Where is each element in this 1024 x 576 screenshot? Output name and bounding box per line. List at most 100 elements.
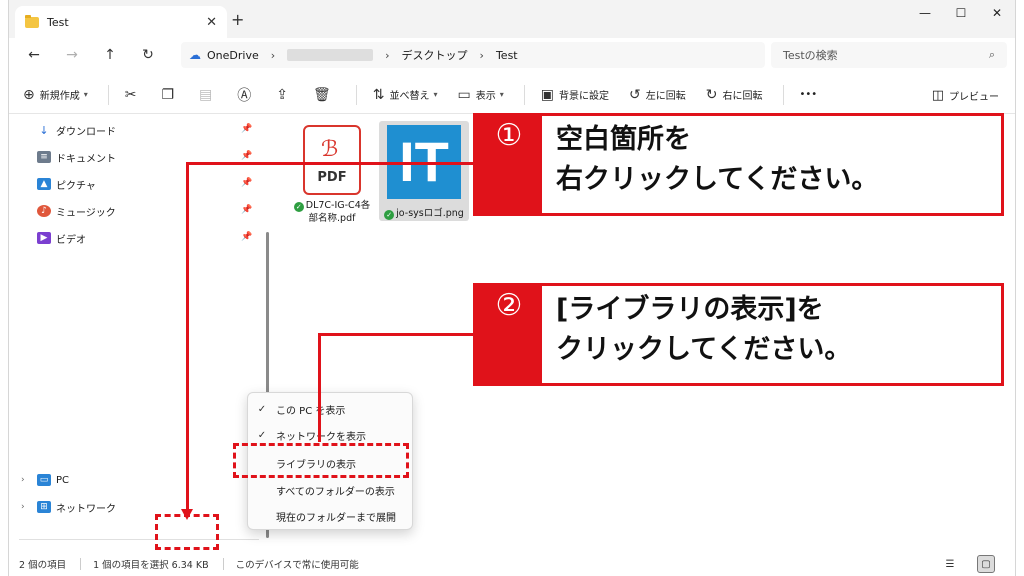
image-icon: ▣ <box>540 86 555 103</box>
copy-button[interactable]: ❐ <box>161 87 179 103</box>
paste-button[interactable]: ▤ <box>199 87 217 103</box>
step2-text: [ライブラリの表示]を クリックしてください。 <box>556 290 851 370</box>
breadcrumb-test[interactable]: Test <box>496 49 518 62</box>
sidebar-item-label: ドキュメント <box>56 153 116 165</box>
tiles-view-button[interactable]: ▢ <box>977 555 995 573</box>
pdf-file-icon: ℬ PDF <box>303 125 361 195</box>
new-button[interactable]: ⊕ 新規作成 ▾ <box>23 87 88 103</box>
menu-item-label: 現在のフォルダーまで展開 <box>276 512 396 524</box>
more-options-button[interactable]: ••• <box>800 89 818 100</box>
sidebar-item-music[interactable]: ♪ ミュージック <box>37 202 116 220</box>
status-divider <box>80 557 82 570</box>
pin-icon[interactable]: 📌 <box>241 205 252 215</box>
tab-close-icon[interactable]: ✕ <box>206 15 217 30</box>
sidebar-item-network[interactable]: ⊞ ネットワーク <box>37 498 116 516</box>
command-bar: ⊕ 新規作成 ▾ ✂ ❐ ▤ Ⓐ ⇪ 🗑 ⇅ 並べ替え ▾ ▭ 表示 ▾ ▣ 背… <box>9 76 1015 114</box>
preview-pane-icon: ◫ <box>931 88 944 103</box>
step1-line1: 空白箇所を <box>556 124 691 155</box>
search-icon: ⌕ <box>988 48 995 61</box>
set-background-label: 背景に設定 <box>559 91 610 102</box>
sidebar-item-label: ダウンロード <box>56 126 116 138</box>
sidebar-item-downloads[interactable]: ↓ ダウンロード <box>37 121 116 139</box>
sidebar-item-label: ミュージック <box>56 207 116 219</box>
file-name: ✓ jo-sysロゴ.png <box>381 207 467 220</box>
file-name-line1: jo-sysロゴ.png <box>396 208 464 219</box>
menu-item-show-all-folders[interactable]: すべてのフォルダーの表示 <box>248 479 412 501</box>
file-item-png[interactable]: IT ✓ jo-sysロゴ.png <box>381 125 467 220</box>
pin-icon[interactable]: 📌 <box>241 178 252 188</box>
search-box[interactable]: Testの検索 ⌕ <box>771 42 1007 68</box>
sidebar-item-pictures[interactable]: ▲ ピクチャ <box>37 175 96 193</box>
rename-button[interactable]: Ⓐ <box>237 85 256 105</box>
expand-chevron-icon[interactable]: › <box>21 475 25 485</box>
preview-button[interactable]: ◫ プレビュー <box>932 88 999 103</box>
address-bar[interactable]: ☁ OneDrive › › デスクトップ › Test <box>181 42 765 68</box>
step2-line2: クリックしてください。 <box>556 334 852 365</box>
sidebar-item-pc[interactable]: ▭ PC <box>37 471 69 489</box>
refresh-button[interactable]: ↻ <box>129 47 167 63</box>
breadcrumb-redacted[interactable] <box>287 49 374 61</box>
music-icon: ♪ <box>37 205 51 217</box>
menu-item-expand-to-current-folder[interactable]: 現在のフォルダーまで展開 <box>248 505 412 527</box>
rotate-left-button[interactable]: ↺ 左に回転 <box>629 87 686 103</box>
forward-button[interactable]: → <box>53 47 91 63</box>
step1-number: ① <box>476 116 542 213</box>
menu-item-show-this-pc[interactable]: ✓ この PC を表示 <box>248 398 412 420</box>
expand-chevron-icon[interactable]: › <box>21 502 25 512</box>
step1-connector-vertical <box>186 162 189 512</box>
maximize-button[interactable]: ☐ <box>943 0 979 26</box>
more-icon: ••• <box>799 89 818 100</box>
sort-icon: ⇅ <box>372 86 385 103</box>
minimize-button[interactable]: — <box>907 0 943 26</box>
view-label: 表示 <box>475 91 496 102</box>
breadcrumb-separator: › <box>270 48 276 62</box>
view-button[interactable]: ▭ 表示 ▾ <box>458 87 504 103</box>
pin-icon[interactable]: 📌 <box>241 232 252 242</box>
view-icon: ▭ <box>457 86 471 103</box>
tab-test[interactable]: Test ✕ <box>15 6 227 38</box>
sidebar-divider <box>19 539 259 540</box>
rotate-right-button[interactable]: ↻ 右に回転 <box>706 87 763 103</box>
chevron-down-icon: ▾ <box>499 90 504 99</box>
cut-button[interactable]: ✂ <box>125 87 142 103</box>
file-item-pdf[interactable]: ℬ PDF ✓ DL7C-IG-C4各 部名称.pdf <box>289 125 375 225</box>
sidebar-item-documents[interactable]: ≡ ドキュメント <box>37 148 116 166</box>
breadcrumb-onedrive[interactable]: OneDrive <box>207 49 259 62</box>
clipboard-icon: ▤ <box>199 86 213 103</box>
breadcrumb-desktop[interactable]: デスクトップ <box>402 47 468 63</box>
sync-ok-icon: ✓ <box>384 210 395 220</box>
new-tab-button[interactable]: + <box>231 10 244 29</box>
trash-icon: 🗑 <box>313 86 331 103</box>
rename-icon: Ⓐ <box>237 87 252 104</box>
pdf-icon-label: PDF <box>317 170 347 185</box>
sort-button[interactable]: ⇅ 並べ替え ▾ <box>373 87 438 103</box>
delete-button[interactable]: 🗑 <box>313 87 336 103</box>
toolbar-divider <box>523 84 525 105</box>
sidebar-item-videos[interactable]: ▶ ビデオ <box>37 229 86 247</box>
menu-item-label: この PC を表示 <box>276 405 346 417</box>
pin-icon[interactable]: 📌 <box>241 151 252 161</box>
search-input[interactable]: Testの検索 <box>783 47 989 63</box>
back-button[interactable]: ← <box>15 47 53 63</box>
plus-circle-icon: ⊕ <box>23 86 35 103</box>
tab-bar: Test ✕ + — ☐ ✕ <box>9 0 1015 38</box>
set-background-button[interactable]: ▣ 背景に設定 <box>541 87 609 103</box>
navigation-row: ← → ↑ ↻ ☁ OneDrive › › デスクトップ › Test Tes… <box>9 38 1015 72</box>
pin-icon[interactable]: 📌 <box>241 124 252 134</box>
share-button[interactable]: ⇪ <box>276 87 293 103</box>
up-button[interactable]: ↑ <box>91 47 129 63</box>
sidebar-item-label: ビデオ <box>56 234 86 246</box>
close-window-button[interactable]: ✕ <box>979 0 1015 26</box>
navigation-pane: ↓ ダウンロード 📌 ≡ ドキュメント 📌 ▲ ピクチャ 📌 ♪ ミュージック … <box>9 115 264 551</box>
availability-status: このデバイスで常に使用可能 <box>235 559 359 571</box>
acrobat-icon: ℬ <box>321 137 339 162</box>
show-libraries-highlight <box>233 443 409 478</box>
step2-callout: ② [ライブラリの表示]を クリックしてください。 <box>473 283 1004 386</box>
folder-icon <box>25 14 39 28</box>
details-view-button[interactable]: ☰ <box>941 555 959 573</box>
sidebar-item-label: ピクチャ <box>56 180 96 192</box>
rotate-right-icon: ↻ <box>705 86 718 103</box>
rotate-left-icon: ↺ <box>629 86 641 103</box>
item-count: 2 個の項目 <box>19 559 67 571</box>
share-icon: ⇪ <box>276 86 289 103</box>
